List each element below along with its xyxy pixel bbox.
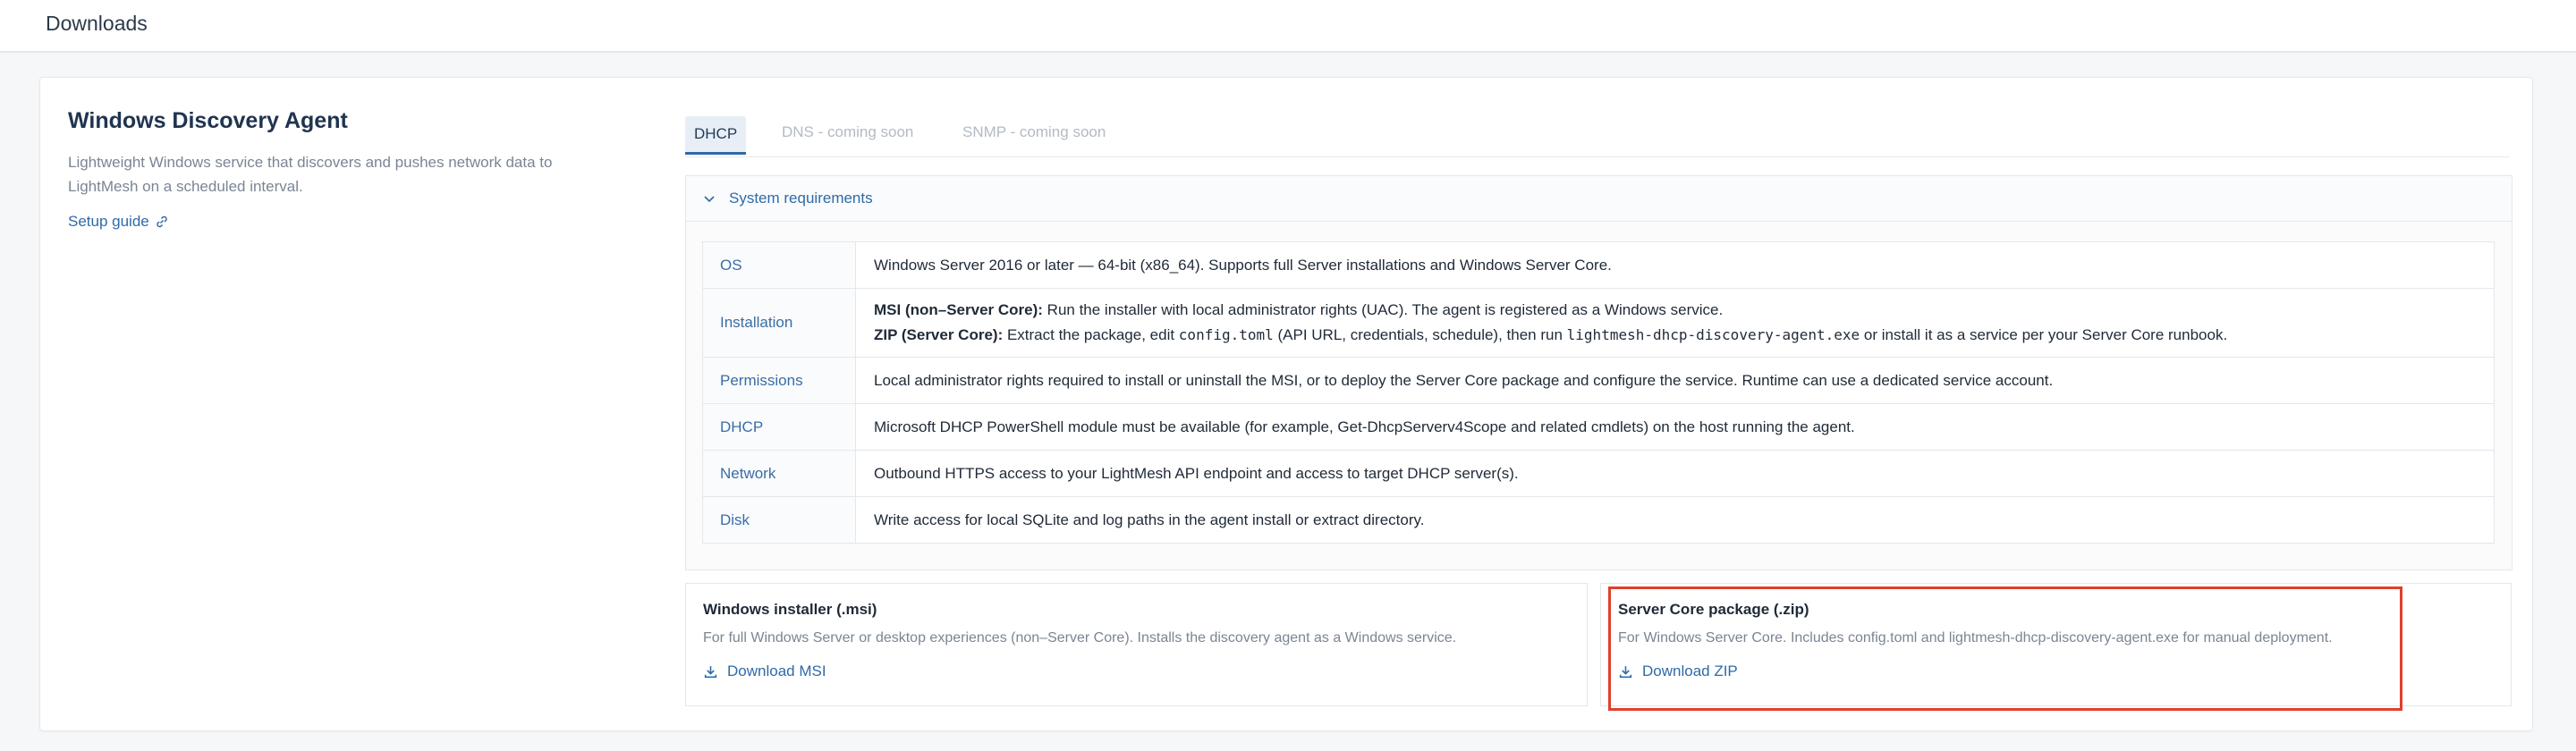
requirement-key: Network [702,450,856,497]
download-msi-label: Download MSI [727,662,826,679]
installation-msi-line: MSI (non–Server Core): Run the installer… [874,298,2493,323]
table-row: OS Windows Server 2016 or later — 64-bit… [702,241,2495,289]
tab-dhcp[interactable]: DHCP [685,116,747,155]
table-row: Permissions Local administrator rights r… [702,357,2495,404]
download-icon [1619,665,1632,678]
table-row: Disk Write access for local SQLite and l… [702,496,2495,544]
system-requirements-toggle[interactable]: System requirements [686,176,2512,222]
top-bar: Downloads [0,0,2576,53]
config-file-code: config.toml [1178,326,1274,343]
requirement-key: OS [702,241,856,289]
zip-description: For Windows Server Core. Includes config… [1618,630,2333,646]
zip-title: Server Core package (.zip) [1618,601,1809,618]
external-link-icon [157,215,167,228]
requirement-key: Installation [702,288,856,358]
chevron-down-icon [704,196,715,203]
installation-msi-text: Run the installer with local administrat… [1042,301,1724,318]
tab-snmp[interactable]: SNMP - coming soon [953,116,1114,154]
download-msi-button[interactable]: Download MSI [703,662,826,680]
installation-zip-text-c: or install it as a service per your Serv… [1860,326,2228,343]
installation-zip-label: ZIP (Server Core): [874,326,1004,343]
system-requirements-panel: System requirements OS Windows Server 20… [685,175,2512,570]
setup-guide-link[interactable]: Setup guide [68,213,169,231]
table-row: Network Outbound HTTPS access to your Li… [702,450,2495,497]
requirements-table: OS Windows Server 2016 or later — 64-bit… [702,241,2495,544]
requirement-key: Disk [702,496,856,544]
agent-exe-code: lightmesh-dhcp-discovery-agent.exe [1566,326,1860,343]
msi-description: For full Windows Server or desktop exper… [703,630,1457,646]
requirement-value: Microsoft DHCP PowerShell module must be… [855,403,2495,451]
table-row: Installation MSI (non–Server Core): Run … [702,288,2495,358]
download-zip-button[interactable]: Download ZIP [1618,662,1738,680]
tab-dns[interactable]: DNS - coming soon [773,116,922,154]
installation-msi-label: MSI (non–Server Core): [874,301,1043,318]
requirement-key: DHCP [702,403,856,451]
installation-zip-line: ZIP (Server Core): Extract the package, … [874,323,2493,348]
zip-download-card: Server Core package (.zip) For Windows S… [1600,583,2512,706]
system-requirements-label: System requirements [729,190,873,207]
requirement-value: Local administrator rights required to i… [855,357,2495,404]
agent-description: Lightweight Windows service that discove… [68,154,553,195]
installation-zip-text-b: (API URL, credentials, schedule), then r… [1273,326,1567,343]
setup-guide-label: Setup guide [68,213,149,230]
download-icon [704,665,717,678]
agent-info: Windows Discovery Agent Lightweight Wind… [68,108,623,231]
installation-zip-text-a: Extract the package, edit [1003,326,1179,343]
requirement-value: MSI (non–Server Core): Run the installer… [855,288,2495,358]
download-zip-label: Download ZIP [1642,662,1738,679]
requirement-value: Windows Server 2016 or later — 64-bit (x… [855,241,2495,289]
requirement-value: Write access for local SQLite and log pa… [855,496,2495,544]
requirement-value: Outbound HTTPS access to your LightMesh … [855,450,2495,497]
agent-title: Windows Discovery Agent [68,108,348,133]
table-row: DHCP Microsoft DHCP PowerShell module mu… [702,403,2495,451]
msi-title: Windows installer (.msi) [703,601,877,618]
page-title: Downloads [46,12,148,35]
requirement-key: Permissions [702,357,856,404]
msi-download-card: Windows installer (.msi) For full Window… [685,583,1588,706]
agent-tabs: DHCP DNS - coming soon SNMP - coming soo… [685,116,2510,157]
